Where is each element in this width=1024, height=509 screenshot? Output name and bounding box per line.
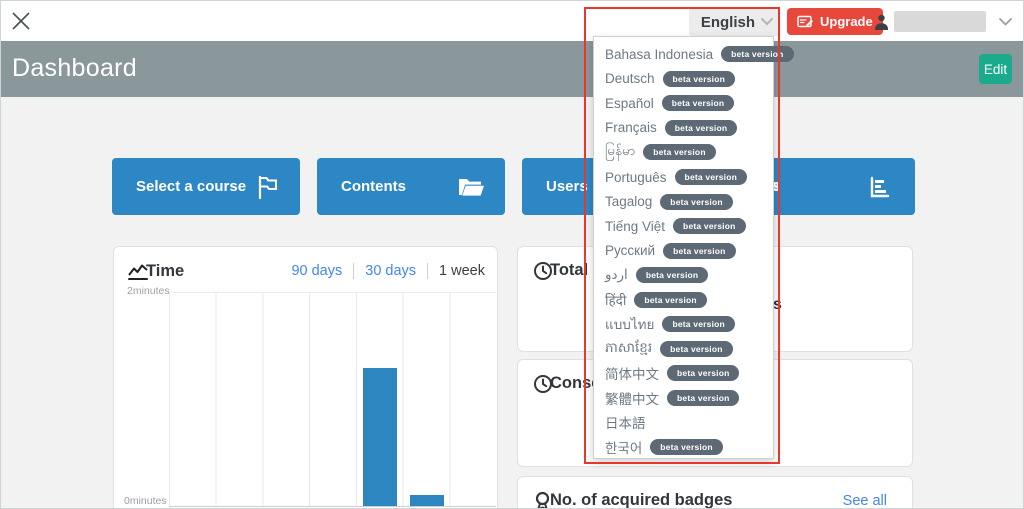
language-label: Tiếng Việt xyxy=(605,218,666,234)
app-window: English Upgrade Dashboard Edit Select a … xyxy=(0,0,1024,509)
time-range-switcher: 90 days 30 days 1 week xyxy=(280,263,487,279)
time-chart-bar xyxy=(363,367,397,506)
beta-version-badge: beta version xyxy=(634,291,707,308)
range-30-days-link[interactable]: 30 days xyxy=(353,263,427,279)
beta-version-badge: beta version xyxy=(674,169,748,185)
user-name-redacted xyxy=(894,11,986,32)
language-label: 한국어 xyxy=(605,441,643,457)
nav-tile-label: Users xyxy=(546,178,588,195)
language-menu-item[interactable]: Deutsch beta version xyxy=(594,67,773,92)
beta-version-badge: beta version xyxy=(660,340,733,357)
badges-card-title: No. of acquired badges xyxy=(550,491,733,509)
time-chart-bar xyxy=(410,495,444,506)
time-card: Time 90 days 30 days 1 week 2minutes 0mi… xyxy=(113,246,498,508)
beta-version-badge: beta version xyxy=(667,389,740,406)
see-all-link[interactable]: See all xyxy=(843,493,887,508)
beta-version-badge: beta version xyxy=(650,439,723,456)
y-axis-min-label: 0minutes xyxy=(124,495,167,507)
language-label: မြန်မာ xyxy=(605,143,636,159)
close-icon[interactable] xyxy=(10,10,32,32)
language-menu-item[interactable]: Русский beta version xyxy=(594,238,773,263)
nav-tile-label: Contents xyxy=(341,178,406,195)
language-label: Tagalog xyxy=(605,194,653,210)
language-menu-item[interactable]: हिंदी beta version xyxy=(594,287,773,312)
beta-version-badge: beta version xyxy=(673,218,746,235)
language-label: 繁體中文 xyxy=(605,391,659,407)
language-menu-item[interactable]: Tagalog beta version xyxy=(594,189,773,214)
nav-tile-select-a-course[interactable]: Select a course xyxy=(112,158,300,215)
language-menu: Bahasa Indonesia beta version Deutsch beta… xyxy=(593,36,794,460)
beta-version-badge: beta version xyxy=(667,365,740,382)
nav-tile-label: Select a course xyxy=(136,178,247,195)
language-menu-item[interactable]: Tiếng Việt beta version xyxy=(594,214,773,239)
language-menu-item[interactable]: แบบไทย beta version xyxy=(594,312,773,337)
language-label: Bahasa Indonesia xyxy=(605,46,714,62)
language-label: हिंदी xyxy=(605,292,627,308)
chevron-down-icon[interactable] xyxy=(998,17,1013,27)
upgrade-button[interactable]: Upgrade xyxy=(787,8,883,35)
language-selector[interactable]: English xyxy=(689,8,780,36)
folder-open-icon xyxy=(457,175,485,199)
beta-version-badge: beta version xyxy=(662,316,735,333)
language-label: 简体中文 xyxy=(605,367,659,383)
language-selector-value: English xyxy=(700,13,755,31)
chevron-down-icon xyxy=(760,17,774,27)
language-label: 日本語 xyxy=(605,416,646,432)
language-menu-item[interactable]: 繁體中文 beta version xyxy=(594,386,773,411)
language-label: Français xyxy=(605,120,657,136)
license-card-icon xyxy=(797,15,814,29)
page-title: Dashboard xyxy=(12,54,138,82)
card-title-fragment: Total l xyxy=(550,261,598,279)
language-menu-item[interactable]: Español beta version xyxy=(594,91,773,116)
user-icon xyxy=(873,13,890,31)
beta-version-badge: beta version xyxy=(662,70,736,87)
language-menu-item[interactable]: 한국어 beta version xyxy=(594,435,773,460)
language-label: Português xyxy=(605,169,667,185)
bar-chart-icon xyxy=(867,174,893,200)
language-menu-item[interactable]: Bahasa Indonesia beta version xyxy=(594,42,794,67)
language-menu-item[interactable]: اردو beta version xyxy=(594,263,773,288)
beta-version-badge: beta version xyxy=(643,144,716,161)
flag-icon xyxy=(254,174,280,200)
beta-version-badge: beta version xyxy=(661,95,735,112)
page-header: Dashboard Edit xyxy=(1,41,1023,97)
top-bar: English Upgrade xyxy=(1,1,1023,41)
nav-tile-contents[interactable]: Contents xyxy=(317,158,505,215)
beta-version-badge: beta version xyxy=(721,46,794,63)
language-label: ភាសាខ្មែរ xyxy=(605,339,653,355)
language-menu-item[interactable]: မြန်မာ beta version xyxy=(594,140,773,165)
upgrade-button-label: Upgrade xyxy=(820,14,873,29)
language-label: Español xyxy=(605,95,654,111)
range-90-days-link[interactable]: 90 days xyxy=(280,263,353,279)
language-label: Deutsch xyxy=(605,71,655,87)
beta-version-badge: beta version xyxy=(635,267,709,284)
badges-card: No. of acquired badges See all xyxy=(517,476,913,509)
language-label: Русский xyxy=(605,243,656,259)
language-menu-item[interactable]: 日本語 xyxy=(594,410,773,435)
beta-version-badge: beta version xyxy=(663,242,736,259)
time-card-title: Time xyxy=(146,262,185,280)
beta-version-badge: beta version xyxy=(660,193,733,210)
beta-version-badge: beta version xyxy=(664,119,738,136)
language-label: اردو xyxy=(605,267,628,283)
y-axis-max-label: 2minutes xyxy=(127,285,170,297)
range-1-week-active[interactable]: 1 week xyxy=(427,263,487,279)
time-chart-plot xyxy=(169,292,496,507)
edit-button[interactable]: Edit xyxy=(979,54,1012,84)
user-menu[interactable] xyxy=(873,9,1019,34)
card1-body-tail-fragment: s xyxy=(773,296,782,313)
language-menu-item[interactable]: Português beta version xyxy=(594,165,773,190)
language-menu-item[interactable]: 简体中文 beta version xyxy=(594,361,773,386)
language-menu-item[interactable]: ភាសាខ្មែរ beta version xyxy=(594,337,773,362)
language-menu-item[interactable]: Français beta version xyxy=(594,116,773,141)
language-label: แบบไทย xyxy=(605,317,655,333)
